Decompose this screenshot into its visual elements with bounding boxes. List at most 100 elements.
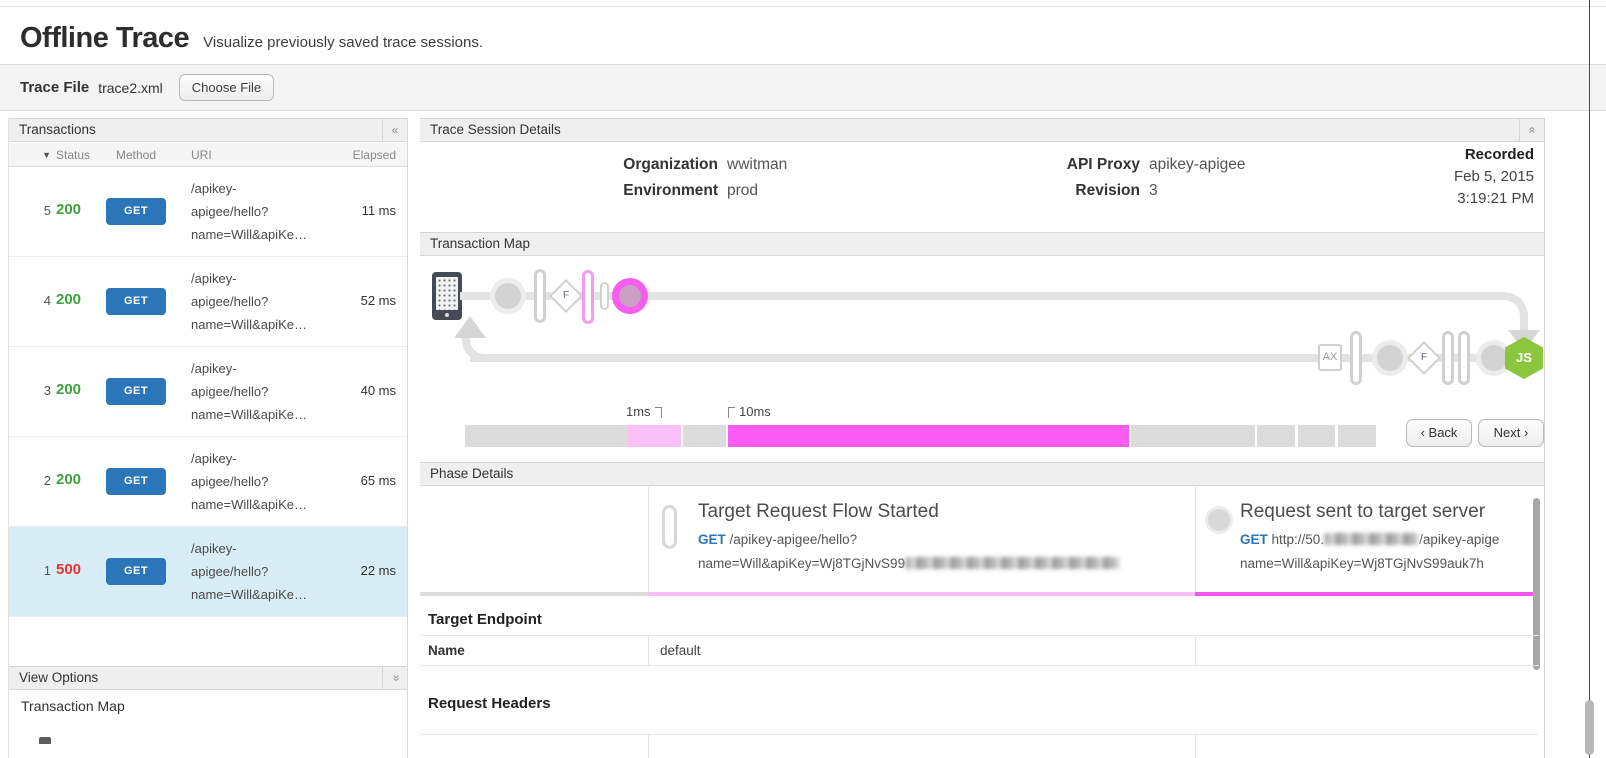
timeline-segment[interactable] (1338, 425, 1376, 447)
marker-bracket (728, 407, 735, 418)
row-uri: /apikey- apigee/hello? name=Will&apiKe… (191, 357, 341, 426)
partial-control[interactable] (39, 737, 51, 744)
table-row-selected[interactable]: 1 500 GET /apikey- apigee/hello? name=Wi… (9, 527, 407, 617)
row-elapsed: 11 ms (362, 203, 396, 218)
table-row[interactable]: 5 200 GET /apikey- apigee/hello? name=Wi… (9, 167, 407, 257)
map-policy-pill[interactable] (534, 269, 546, 323)
column-elapsed: Elapsed (353, 143, 396, 167)
timeline-segment[interactable] (1131, 425, 1255, 447)
trace-session-panel: Trace Session Details « Organization wwi… (420, 118, 1545, 758)
trace-session-header: Trace Session Details « (420, 118, 1544, 142)
collapse-section-icon[interactable]: « (1519, 119, 1544, 141)
transactions-table-header: ▼ Status Method URI Elapsed (9, 143, 407, 167)
map-step-circle[interactable] (495, 283, 521, 309)
choose-file-button[interactable]: Choose File (179, 74, 274, 101)
phase-details-header: Phase Details (420, 462, 1544, 486)
map-policy-pill[interactable] (1458, 331, 1470, 385)
api-proxy-value: apikey-apigee (1149, 152, 1246, 178)
column-method: Method (116, 143, 156, 167)
trace-session-title: Trace Session Details (430, 122, 561, 137)
next-button[interactable]: Next › (1478, 419, 1544, 447)
row-uri: /apikey- apigee/hello? name=Will&apiKe… (191, 447, 341, 516)
expand-section-icon[interactable]: « (382, 667, 407, 689)
phase-details-zone: Target Request Flow Started GET /apikey-… (420, 487, 1544, 600)
row-elapsed: 65 ms (361, 473, 396, 488)
page-header: Offline Trace Visualize previously saved… (20, 22, 483, 55)
map-policy-pill-active[interactable] (582, 270, 594, 324)
row-index: 1 (9, 563, 51, 578)
map-policy-pill-small[interactable] (600, 282, 609, 310)
table-row[interactable]: 4 200 GET /apikey- apigee/hello? name=Wi… (9, 257, 407, 347)
timeline-marker-10ms: 10ms (728, 404, 771, 419)
target-endpoint-title: Target Endpoint (428, 611, 542, 628)
redacted-blur (905, 557, 1120, 569)
collapse-panel-icon[interactable]: « (382, 119, 407, 141)
method-label: GET (1240, 532, 1268, 547)
marker-bracket (655, 407, 662, 418)
cell-divider (648, 487, 649, 596)
recorded-label: Recorded (1454, 144, 1534, 166)
request-headers-title: Request Headers (428, 695, 551, 712)
trace-file-bar: Trace File trace2.xml Choose File (0, 64, 1606, 111)
session-org-env: Organization wwitman Environment prod (563, 152, 787, 204)
timeline-segment[interactable] (1298, 425, 1335, 447)
api-proxy-label: API Proxy (990, 152, 1140, 178)
page-title: Offline Trace (20, 22, 189, 55)
map-analytics-node[interactable]: AX (1318, 344, 1342, 371)
client-phone-icon[interactable] (432, 272, 462, 320)
phase-url-line1: GET http://50./apikey-apige (1240, 532, 1536, 547)
method-badge: GET (106, 288, 166, 315)
table-row[interactable]: 3 200 GET /apikey- apigee/hello? name=Wi… (9, 347, 407, 437)
row-index: 4 (9, 293, 51, 308)
map-policy-pill[interactable] (1442, 331, 1454, 385)
phase-url-line2: name=Will&apiKey=Wj8TGjNvS99 (698, 556, 1188, 571)
cell-divider (1195, 636, 1196, 665)
map-step-circle[interactable] (1481, 345, 1507, 371)
session-recorded: Recorded Feb 5, 2015 3:19:21 PM (1454, 144, 1534, 210)
back-button[interactable]: ‹ Back (1406, 419, 1472, 447)
view-option-transaction-map[interactable]: Transaction Map (21, 698, 125, 714)
transaction-map-title: Transaction Map (430, 236, 530, 251)
status-badge: 200 (56, 471, 81, 488)
method-badge: GET (106, 468, 166, 495)
status-badge: 500 (56, 561, 81, 578)
transactions-rows: 5 200 GET /apikey- apigee/hello? name=Wi… (9, 167, 407, 617)
transactions-title: Transactions (19, 122, 96, 137)
sort-desc-icon[interactable]: ▼ (33, 143, 51, 167)
map-policy-pill[interactable] (1350, 331, 1362, 385)
timeline-segment[interactable] (1257, 425, 1295, 447)
row-elapsed: 40 ms (361, 383, 396, 398)
map-step-circle-selected[interactable] (612, 278, 648, 314)
timeline-segment-pink[interactable] (628, 425, 681, 447)
table-row[interactable]: 2 200 GET /apikey- apigee/hello? name=Wi… (9, 437, 407, 527)
row-uri: /apikey- apigee/hello? name=Will&apiKe… (191, 177, 341, 246)
map-step-circle[interactable] (1377, 345, 1403, 371)
method-badge: GET (106, 378, 166, 405)
timeline-segment-magenta[interactable] (728, 425, 1129, 447)
request-headers-table (420, 734, 1539, 758)
status-badge: 200 (56, 201, 81, 218)
window-scrollbar[interactable] (1585, 700, 1594, 755)
status-badge: 200 (56, 291, 81, 308)
trace-file-label: Trace File (20, 79, 89, 96)
organization-value: wwitman (727, 152, 787, 178)
target-endpoint-table: Name default (420, 635, 1539, 666)
row-index: 2 (9, 473, 51, 488)
organization-label: Organization (563, 152, 718, 178)
row-index: 3 (9, 383, 51, 398)
phase-underline-pink (648, 592, 1195, 596)
timeline-segment[interactable] (465, 425, 628, 447)
phase-step-target-request[interactable]: Target Request Flow Started GET /apikey-… (698, 501, 1188, 571)
window-edge (1589, 0, 1590, 758)
cell-divider (648, 636, 649, 665)
transaction-map-header: Transaction Map (420, 232, 1544, 256)
environment-value: prod (727, 178, 758, 204)
phase-step-request-sent[interactable]: Request sent to target server GET http:/… (1240, 501, 1536, 571)
timeline-segment[interactable] (683, 425, 726, 447)
phase-url-line2: name=Will&apiKey=Wj8TGjNvS99auk7h (1240, 556, 1536, 571)
transaction-map: F AX F JS (420, 256, 1544, 424)
revision-label: Revision (990, 178, 1140, 204)
map-flow-diamond[interactable]: F (1407, 341, 1441, 375)
row-elapsed: 22 ms (361, 563, 396, 578)
environment-label: Environment (563, 178, 718, 204)
